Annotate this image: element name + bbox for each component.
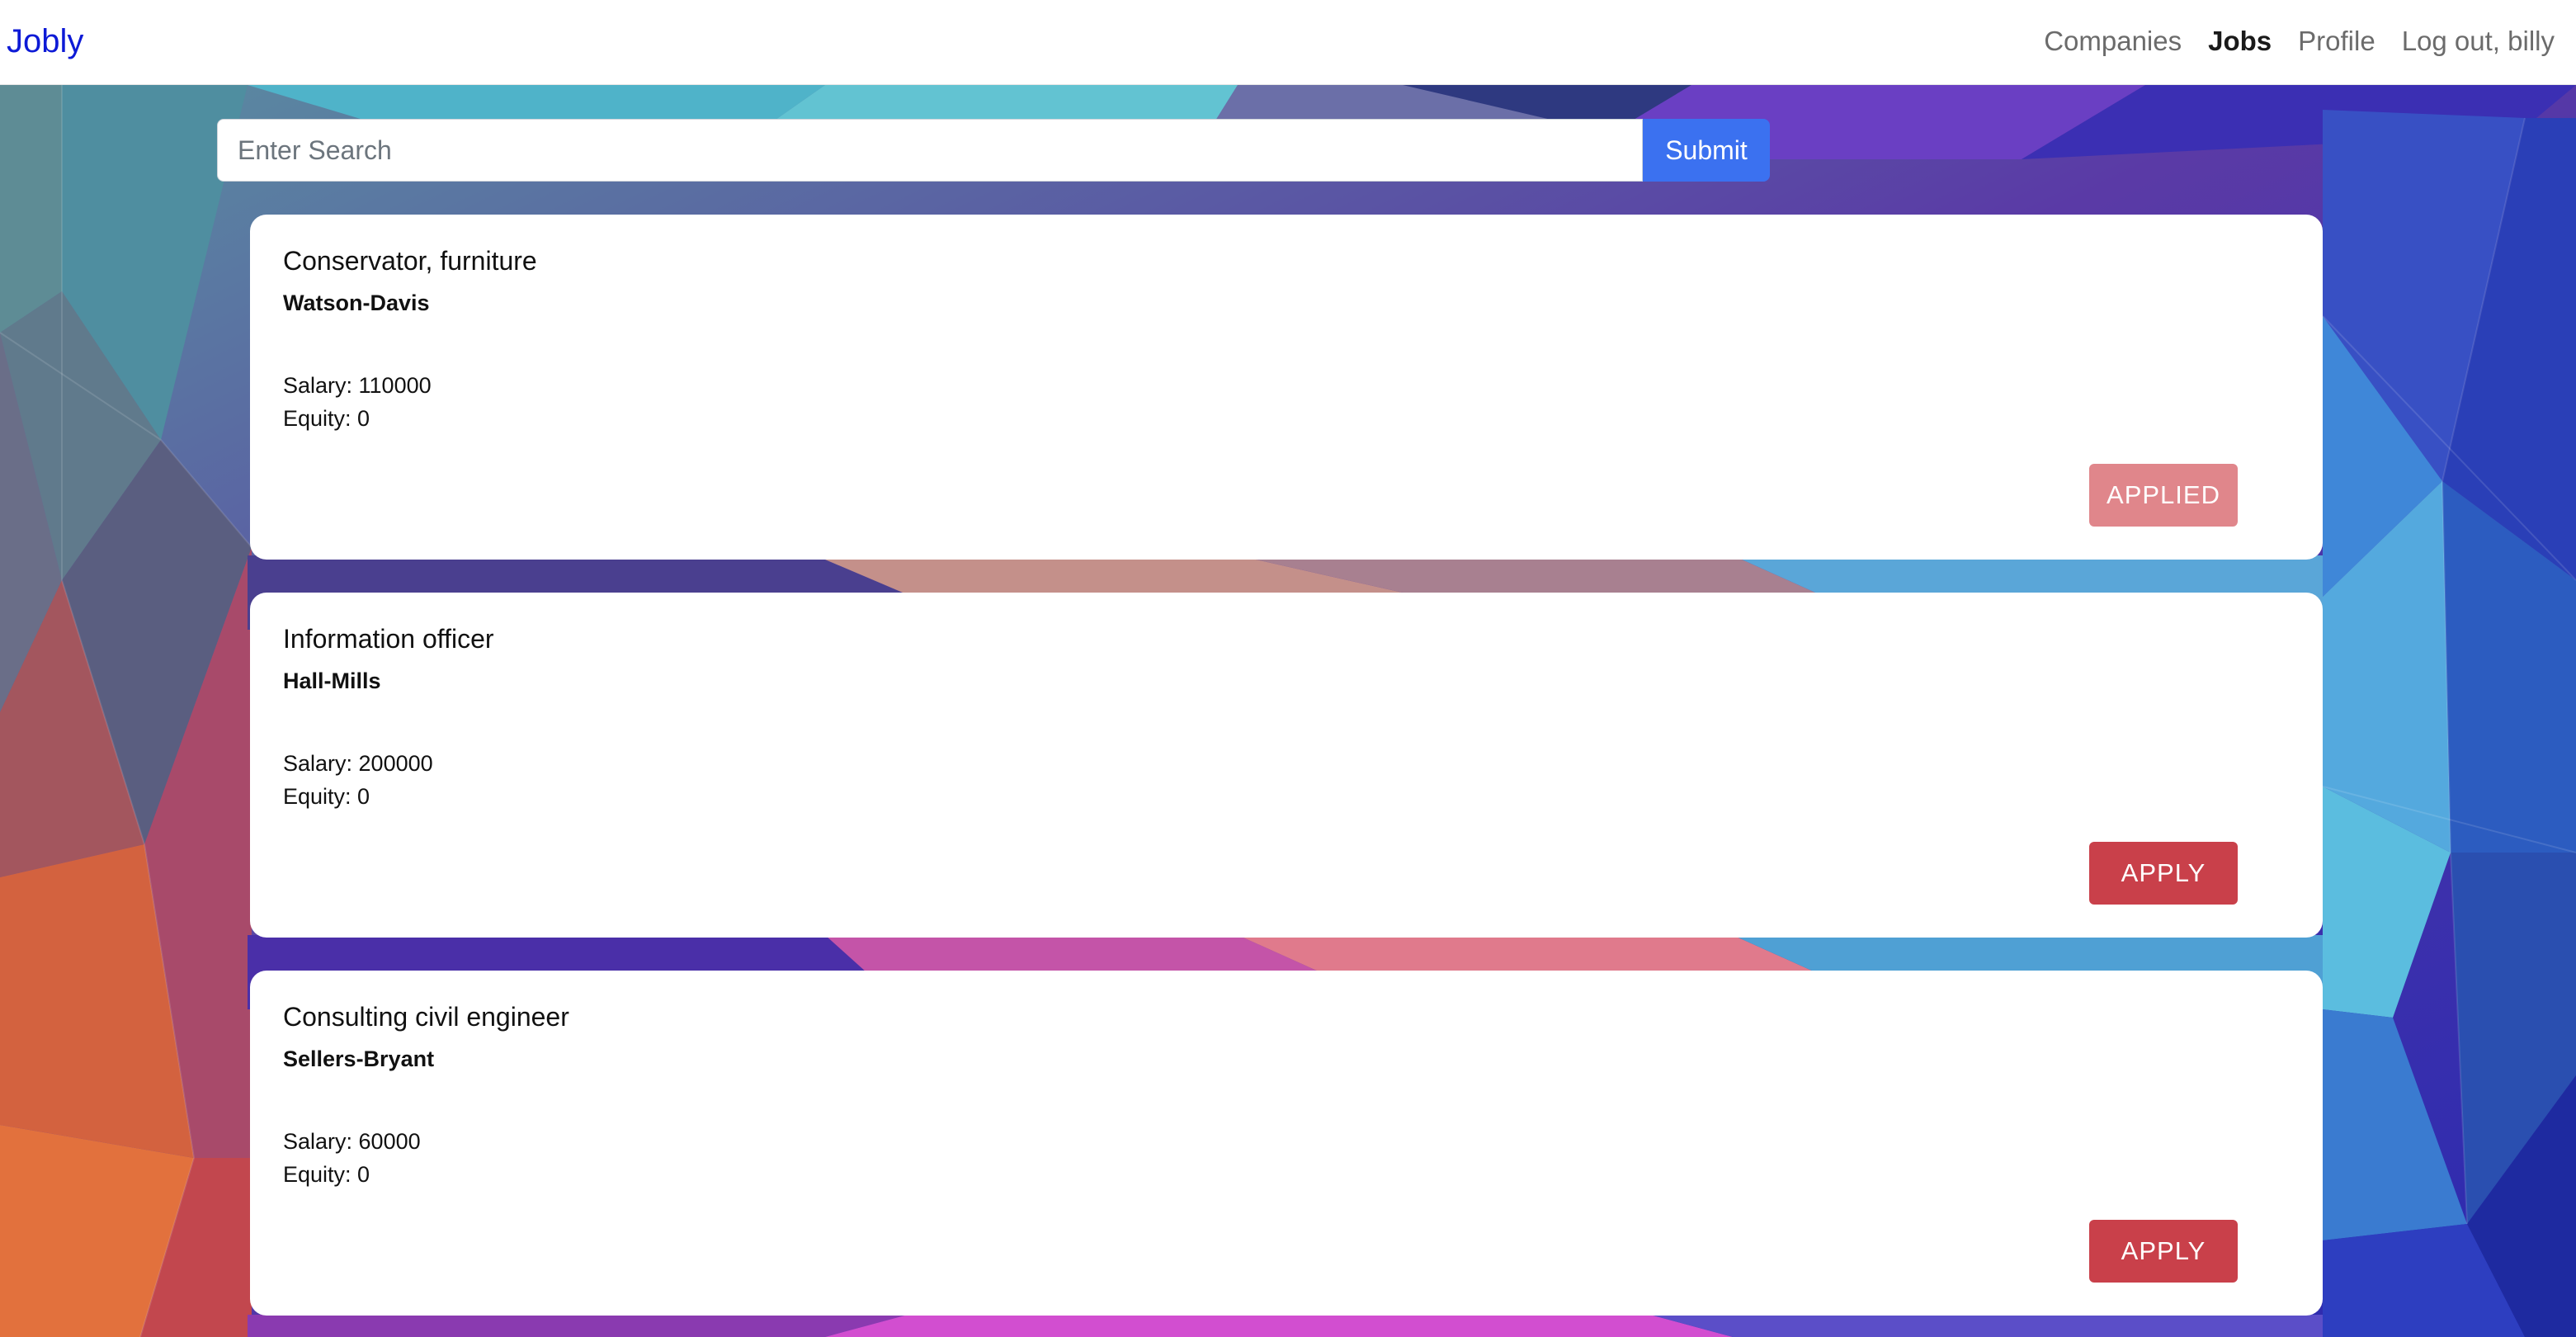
job-equity: Equity: 0	[283, 1162, 370, 1187]
job-card: Conservator, furniture Watson-Davis Sala…	[250, 215, 2323, 560]
submit-button[interactable]: Submit	[1643, 119, 1770, 182]
job-salary: Salary: 110000	[283, 373, 432, 398]
job-title: Consulting civil engineer	[283, 1002, 569, 1032]
job-company: Hall-Mills	[283, 668, 381, 693]
job-equity: Equity: 0	[283, 784, 370, 809]
job-salary: Salary: 60000	[283, 1129, 421, 1154]
navbar: Jobly Companies Jobs Profile Log out, bi…	[0, 0, 2576, 85]
job-card: Information officer Hall-Mills Salary: 2…	[250, 593, 2323, 938]
job-card: Consulting civil engineer Sellers-Bryant…	[250, 971, 2323, 1316]
nav-link-jobs[interactable]: Jobs	[2208, 20, 2272, 63]
job-company: Sellers-Bryant	[283, 1046, 435, 1071]
job-salary: Salary: 200000	[283, 751, 433, 776]
search-form: Submit	[217, 119, 1770, 182]
job-title: Information officer	[283, 624, 494, 654]
job-company: Watson-Davis	[283, 291, 430, 315]
search-input[interactable]	[217, 119, 1643, 182]
apply-button[interactable]: APPLY	[2089, 842, 2238, 905]
nav-links: Companies Jobs Profile Log out, billy	[2044, 20, 2555, 63]
nav-link-profile[interactable]: Profile	[2298, 20, 2375, 63]
job-title: Conservator, furniture	[283, 246, 537, 276]
nav-link-companies[interactable]: Companies	[2044, 20, 2182, 63]
nav-link-logout[interactable]: Log out, billy	[2402, 20, 2555, 63]
brand-logo-link[interactable]: Jobly	[7, 20, 83, 63]
job-equity: Equity: 0	[283, 406, 370, 431]
applied-button[interactable]: APPLIED	[2089, 464, 2238, 527]
apply-button[interactable]: APPLY	[2089, 1220, 2238, 1283]
